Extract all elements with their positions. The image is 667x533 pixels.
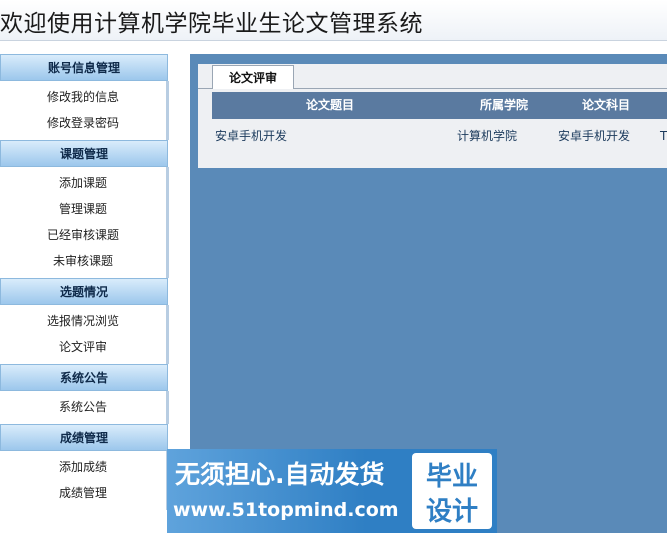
sidebar-item-announcements[interactable]: 系统公告 (0, 394, 166, 420)
sidebar-section-announcements[interactable]: 系统公告 (0, 364, 168, 391)
sidebar-item-edit-info[interactable]: 修改我的信息 (0, 84, 166, 110)
header-bar: 欢迎使用计算机学院毕业生论文管理系统 (0, 0, 667, 41)
sidebar-item-approved-topics[interactable]: 已经审核课题 (0, 222, 166, 248)
cell-extra: T (660, 129, 667, 143)
sidebar-item-manage-grades[interactable]: 成绩管理 (0, 480, 166, 506)
sidebar-section-account[interactable]: 账号信息管理 (0, 54, 168, 81)
column-header-subject: 论文科目 (582, 98, 631, 112)
badge-line-2: 设计 (425, 497, 478, 527)
tab-thesis-review[interactable]: 论文评审 (212, 65, 294, 89)
banner-slogan: 无须担心.自动发货 (175, 460, 385, 489)
sidebar-item-add-grade[interactable]: 添加成绩 (0, 454, 166, 480)
sidebar-group-account: 修改我的信息 修改登录密码 (0, 81, 169, 140)
column-header-college: 所属学院 (480, 98, 529, 112)
sidebar-item-change-password[interactable]: 修改登录密码 (0, 110, 166, 136)
page-title: 欢迎使用计算机学院毕业生论文管理系统 (0, 11, 423, 37)
table-row[interactable]: 安卓手机开发 计算机学院 安卓手机开发 T (212, 124, 667, 148)
sidebar-group-topics: 添加课题 管理课题 已经审核课题 未审核课题 (0, 167, 169, 278)
table-header: 论文题目 所属学院 论文科目 (212, 92, 667, 119)
sidebar-item-add-topic[interactable]: 添加课题 (0, 170, 166, 196)
sidebar-group-announcements: 系统公告 (0, 391, 169, 424)
sidebar: 账号信息管理 修改我的信息 修改登录密码 课题管理 添加课题 管理课题 已经审核… (0, 54, 172, 533)
sidebar-section-grades[interactable]: 成绩管理 (0, 424, 168, 451)
sidebar-item-manage-topics[interactable]: 管理课题 (0, 196, 166, 222)
sidebar-group-selection: 选报情况浏览 论文评审 (0, 305, 169, 364)
sidebar-section-topics[interactable]: 课题管理 (0, 140, 168, 167)
column-header-title: 论文题目 (306, 98, 355, 112)
cell-title: 安卓手机开发 (215, 129, 288, 143)
review-panel: 论文评审 论文题目 所属学院 论文科目 安卓手机开发 计算机学院 安卓手机开发 … (198, 64, 667, 168)
sidebar-item-pending-topics[interactable]: 未审核课题 (0, 248, 166, 274)
sidebar-item-browse-selections[interactable]: 选报情况浏览 (0, 308, 166, 334)
cell-subject: 安卓手机开发 (558, 129, 631, 143)
sidebar-section-selection[interactable]: 选题情况 (0, 278, 168, 305)
watermark-banner: 无须担心.自动发货 www.51topmind.com 毕业 设计 (167, 449, 497, 533)
banner-url: www.51topmind.com (173, 499, 399, 521)
cell-college: 计算机学院 (457, 129, 518, 143)
sidebar-item-thesis-review[interactable]: 论文评审 (0, 334, 166, 360)
badge-line-1: 毕业 (425, 462, 478, 492)
sidebar-group-grades: 添加成绩 成绩管理 (0, 451, 169, 510)
banner-badge: 毕业 设计 (412, 453, 492, 529)
